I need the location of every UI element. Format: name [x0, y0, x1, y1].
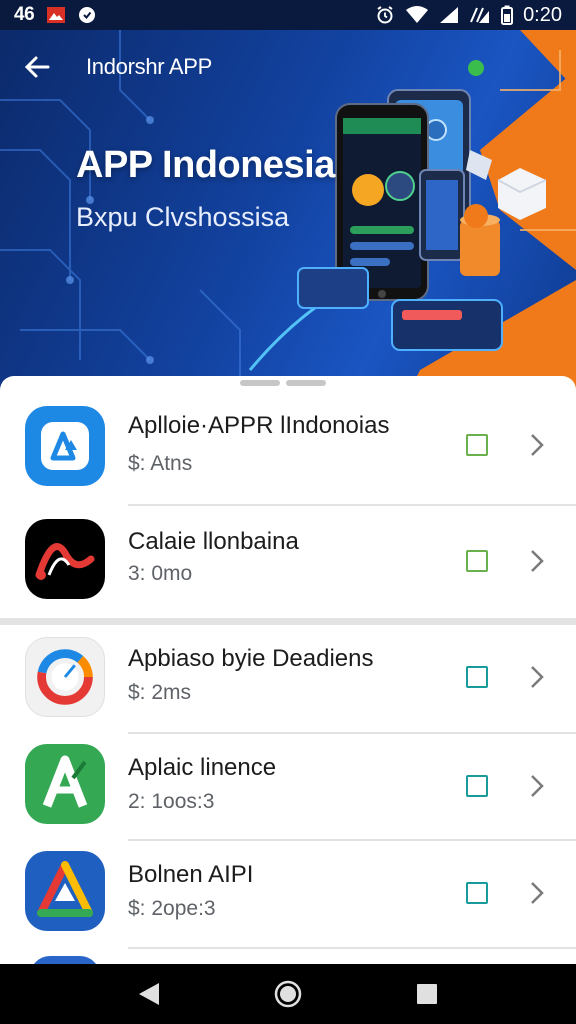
app-name: Apbiaso byie Deadiens [128, 645, 374, 672]
app-list-item[interactable]: Aplloie·APPR lIndonoias $: Atns [0, 376, 576, 504]
toolbar-title: Indorshr APP [86, 54, 213, 79]
app-meta: 3: 0mo [128, 562, 193, 585]
chevron-right-icon [526, 664, 548, 690]
app-list-item[interactable]: Calaie llonbaina 3: 0mo [0, 506, 576, 618]
app-icon-partial [30, 956, 100, 964]
recents-square-icon [416, 984, 437, 1004]
select-checkbox[interactable] [466, 666, 488, 688]
app-list-sheet: Aplloie·APPR lIndonoias $: Atns Calaie l… [0, 376, 576, 964]
system-nav-bar [0, 964, 576, 1024]
chevron-right-icon [526, 880, 548, 906]
back-button[interactable] [22, 52, 52, 82]
app-name: Bolnen AIPI [128, 861, 254, 888]
alarm-icon [375, 5, 395, 25]
app-meta: $: Atns [128, 452, 193, 475]
signal-secondary-icon [469, 6, 491, 24]
select-checkbox[interactable] [466, 434, 488, 456]
chevron-right-icon [526, 548, 548, 574]
back-triangle-icon [139, 983, 160, 1005]
app-icon-triangle [25, 851, 105, 931]
app-meta: $: 2ms [128, 681, 192, 704]
signal-icon [439, 6, 459, 24]
divider [128, 947, 576, 949]
app-name: Aplloie·APPR lIndonoias [128, 412, 390, 439]
app-meta: 2: 1oos:3 [128, 790, 215, 813]
wifi-icon [405, 6, 429, 24]
hero-top-bar: Indorshr APP [22, 52, 212, 82]
select-checkbox[interactable] [466, 550, 488, 572]
app-list-item[interactable]: Aplaic linence 2: 1oos:3 [0, 734, 576, 840]
app-icon-ring [25, 637, 105, 717]
nav-home-button[interactable] [268, 974, 308, 1014]
nav-recents-button[interactable] [407, 974, 447, 1014]
gallery-notification-icon [46, 6, 66, 24]
home-circle-icon [274, 980, 302, 1008]
hero-subtitle: Bxpu Clvshossisa [76, 202, 290, 232]
app-icon-blue-a [25, 406, 105, 486]
app-name: Calaie llonbaina [128, 528, 299, 555]
nav-back-button[interactable] [129, 974, 169, 1014]
arrow-left-icon [24, 56, 50, 78]
clock: 0:20 [523, 3, 562, 26]
app-list-item[interactable]: Bolnen AIPI $: 2ope:3 [0, 841, 576, 947]
shield-notification-icon [78, 6, 96, 24]
app-icon-green-a [25, 744, 105, 824]
select-checkbox[interactable] [466, 882, 488, 904]
hero-title: APP Indonesia [76, 144, 335, 186]
hero-banner: Indorshr APP APP Indonesia Bxpu Clvshoss… [0, 30, 576, 390]
battery-icon [501, 5, 514, 25]
network-type: 46 [14, 4, 35, 25]
chevron-right-icon [526, 773, 548, 799]
chevron-right-icon [526, 432, 548, 458]
status-bar: 46 0:20 [0, 0, 576, 30]
select-checkbox[interactable] [466, 775, 488, 797]
app-meta: $: 2ope:3 [128, 897, 216, 920]
section-divider [0, 618, 576, 625]
app-list-item[interactable]: Apbiaso byie Deadiens $: 2ms [0, 625, 576, 733]
app-icon-black-wave [25, 519, 105, 599]
app-name: Aplaic linence [128, 754, 277, 781]
